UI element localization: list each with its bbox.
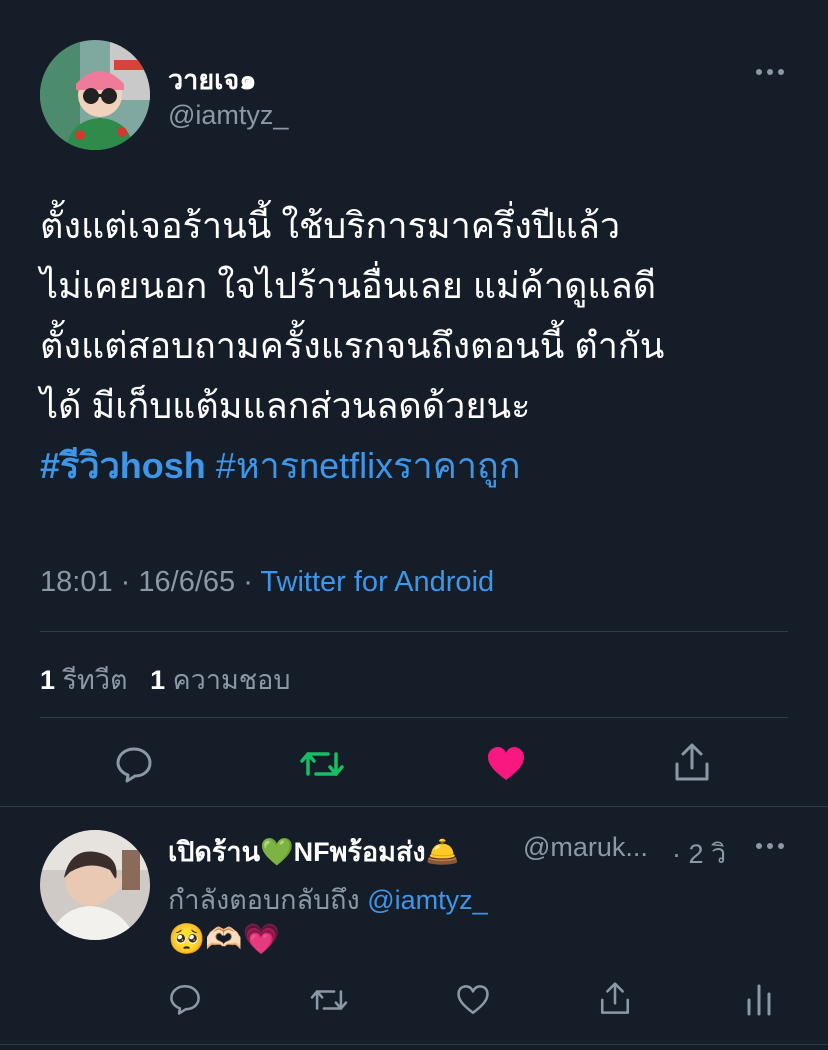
author-handle[interactable]: @iamtyz_ [168, 100, 288, 131]
reply-button[interactable] [114, 744, 154, 784]
reply-author-name[interactable]: เปิดร้าน💚NFพร้อมส่ง🛎️ [168, 830, 459, 873]
more-horizontal-icon[interactable] [754, 62, 786, 82]
tweet-line: ตั้งแต่สอบถามครั้งแรกจนถึงตอนนี้ ตำกัน [40, 325, 665, 366]
retweet-label: รีทวีต [62, 665, 128, 695]
replying-to-label: กำลังตอบกลับถึง [168, 885, 360, 915]
author-avatar[interactable] [40, 40, 150, 150]
share-icon [675, 743, 709, 781]
hashtag-link[interactable]: #หารnetflixราคาถูก [216, 445, 521, 486]
hashtag-line: #รีวิวhosh #หารnetflixราคาถูก [40, 436, 664, 496]
reply-author-avatar[interactable] [40, 830, 150, 940]
divider [0, 806, 828, 807]
reply-reply-button[interactable] [168, 982, 202, 1016]
like-stat[interactable]: 1 ความชอบ [150, 665, 290, 695]
tweet-body: ตั้งแต่เจอร้านนี้ ใช้บริการมาครึ่งปีแล้ว… [40, 196, 664, 496]
reply-author-handle[interactable]: @maruk... [523, 832, 648, 863]
more-horizontal-icon[interactable] [754, 836, 786, 856]
tweet-date: 16/6/65 [138, 566, 236, 598]
reply-like-button[interactable] [456, 983, 490, 1017]
retweet-icon [300, 752, 344, 776]
reply-time-ago: · 2 วิ [672, 839, 727, 869]
replying-to: กำลังตอบกลับถึง @iamtyz_ [168, 878, 488, 921]
divider [40, 631, 788, 632]
engagement-stats: 1 รีทวีต 1 ความชอบ [40, 658, 290, 701]
author-name[interactable]: วายเจ๑ [168, 58, 256, 101]
heart-icon [457, 985, 489, 1015]
retweet-icon [310, 990, 348, 1010]
hashtag-link[interactable]: #รีวิวhosh [40, 445, 206, 486]
tweet-line: ได้ มีเก็บแต้มแลกส่วนลดด้วยนะ [40, 385, 531, 426]
like-count: 1 [150, 665, 166, 695]
divider [40, 717, 788, 718]
retweet-button[interactable] [300, 744, 344, 784]
retweet-stat[interactable]: 1 รีทวีต [40, 665, 128, 695]
like-label: ความชอบ [172, 665, 291, 695]
like-button[interactable] [486, 744, 526, 784]
reply-text: 🥺🫶🏻💗 [168, 923, 281, 956]
tweet-line: ตั้งแต่เจอร้านนี้ ใช้บริการมาครึ่งปีแล้ว [40, 205, 621, 246]
share-icon [600, 982, 630, 1014]
tweet-source-link[interactable]: Twitter for Android [260, 566, 494, 598]
speech-bubble-icon [170, 984, 200, 1015]
tweet-line: ไม่เคยนอก ใจไปร้านอื่นเลย แม่ค้าดูแลดี [40, 265, 657, 306]
reply-share-button[interactable] [598, 981, 632, 1017]
tweet-meta: 18:01 · 16/6/65 · Twitter for Android [40, 566, 494, 599]
reply-analytics-button[interactable] [744, 982, 774, 1016]
heart-icon [488, 747, 524, 780]
retweet-count: 1 [40, 665, 56, 695]
share-button[interactable] [672, 742, 712, 784]
bar-chart-icon [747, 984, 771, 1016]
speech-bubble-icon [116, 747, 152, 783]
replying-to-handle[interactable]: @iamtyz_ [367, 885, 487, 915]
meta-separator: · [120, 566, 131, 598]
divider [0, 1044, 828, 1045]
tweet-time: 18:01 [40, 566, 113, 598]
reply-retweet-button[interactable] [310, 983, 348, 1017]
meta-separator: · [243, 566, 253, 598]
